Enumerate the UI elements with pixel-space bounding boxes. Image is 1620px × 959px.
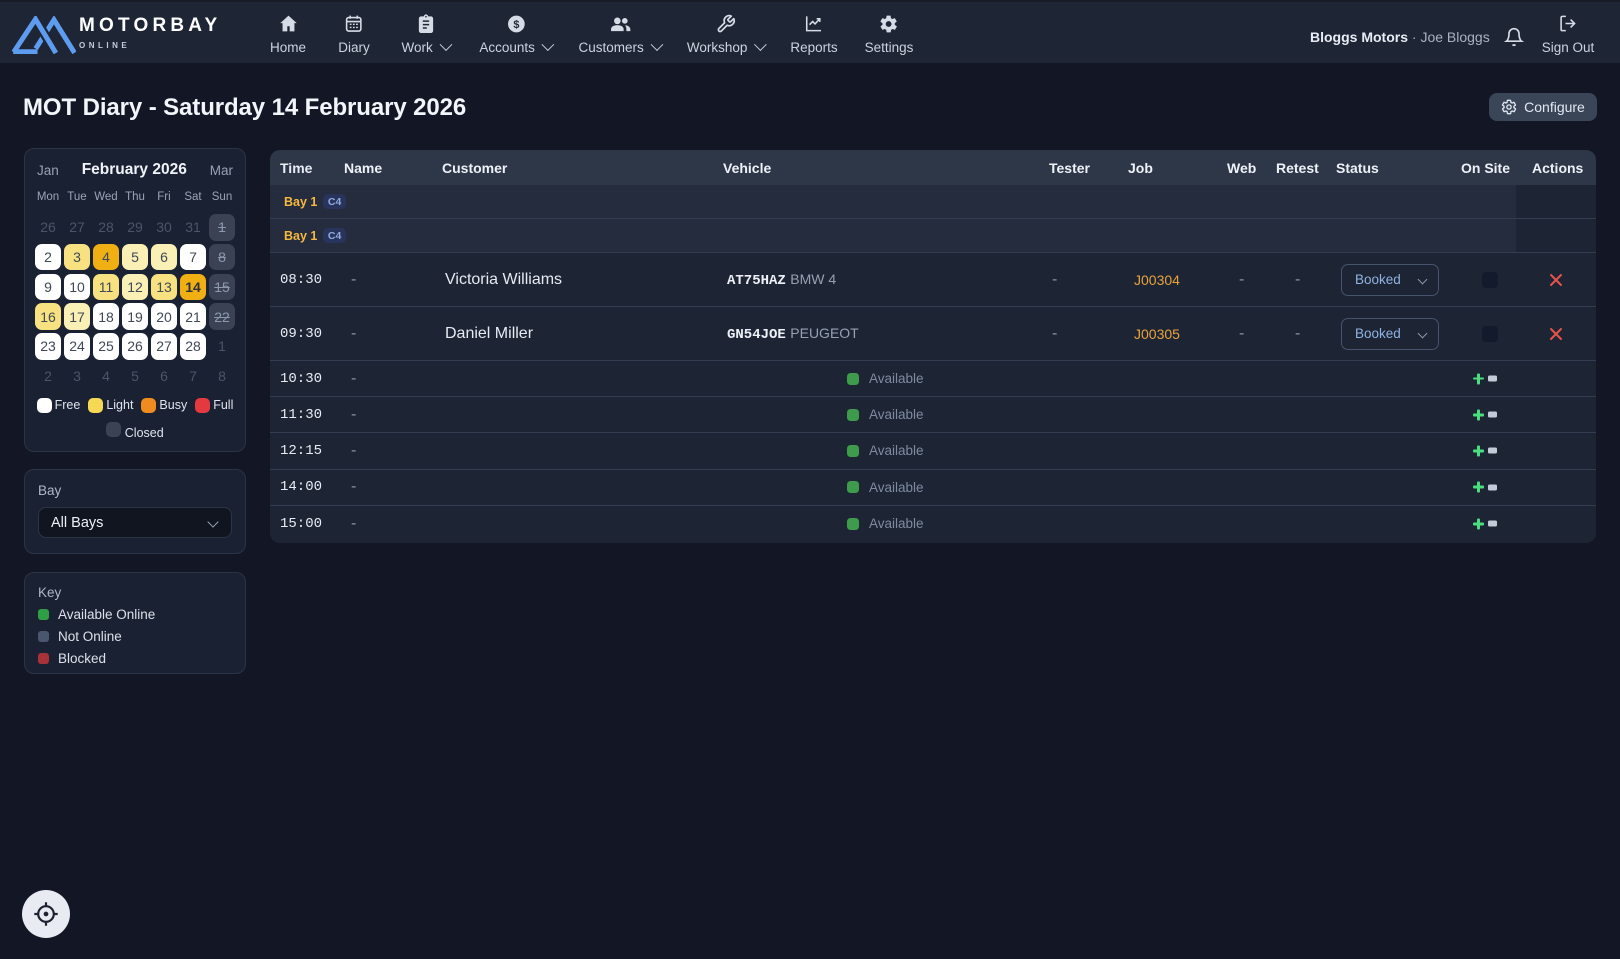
svg-text:$: $ (513, 18, 519, 30)
